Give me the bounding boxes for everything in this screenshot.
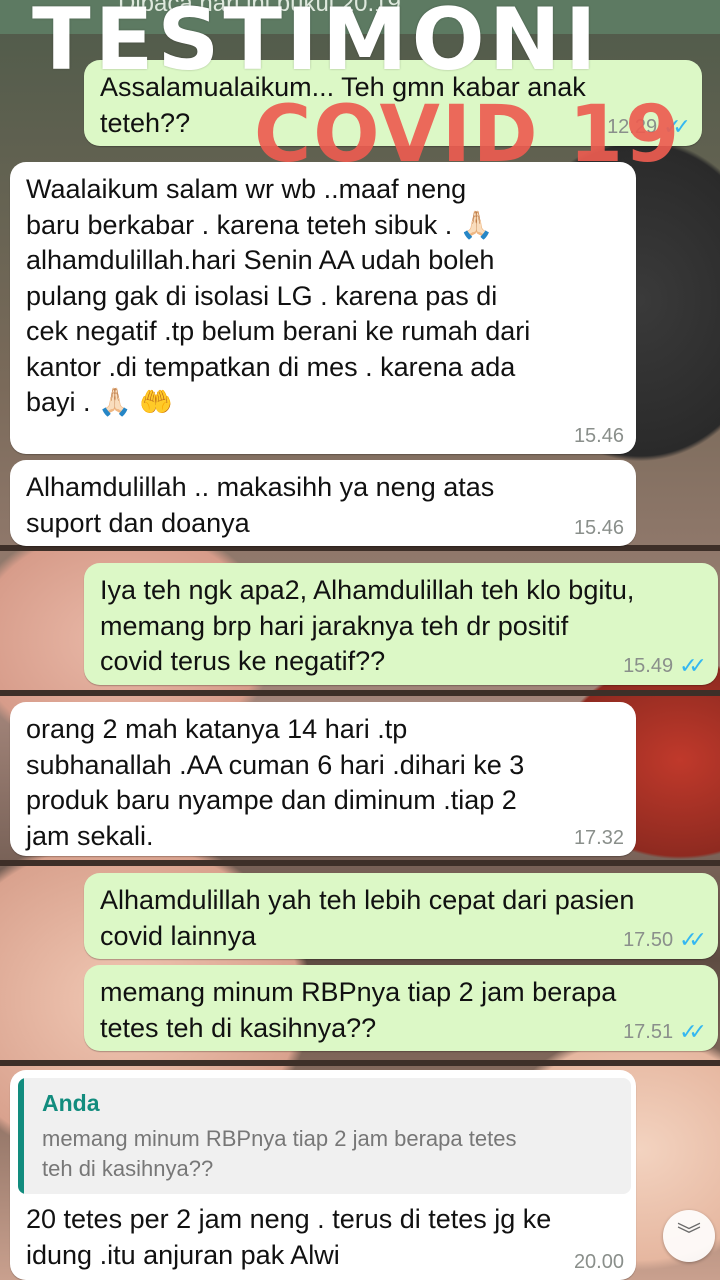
- message-bubble-incoming[interactable]: Alhamdulillah .. makasihh ya neng atas s…: [10, 460, 636, 546]
- quote-accent-bar: [18, 1078, 24, 1194]
- message-time: 17.51: [623, 1020, 674, 1043]
- message-meta: 17.51 ✓✓: [623, 1019, 707, 1045]
- overlay-title-covid: COVID 19: [254, 90, 682, 180]
- message-text: 20 tetes per 2 jam neng . terus di tetes…: [26, 1204, 552, 1270]
- message-bubble-outgoing[interactable]: Iya teh ngk apa2, Alhamdulillah teh klo …: [84, 563, 718, 685]
- message-bubble-incoming-reply[interactable]: Anda memang minum RBPnya tiap 2 jam bera…: [10, 1070, 636, 1280]
- message-bubble-incoming[interactable]: orang 2 mah katanya 14 hari .tp subhanal…: [10, 702, 636, 856]
- message-text: Alhamdulillah yah teh lebih cepat dari p…: [100, 885, 635, 951]
- message-text: Alhamdulillah .. makasihh ya neng atas s…: [26, 472, 495, 538]
- message-time: 15.46: [573, 517, 624, 539]
- message-meta: 15.46: [574, 425, 624, 448]
- message-text: Waalaikum salam wr wb ..maaf neng baru b…: [26, 174, 531, 417]
- wallpaper-detail: [0, 690, 720, 696]
- message-time: 15.49: [623, 654, 674, 677]
- wallpaper-detail: [0, 1060, 720, 1066]
- overlay-title-testimoni: TESTIMONI: [32, 0, 601, 90]
- quote-author: Anda: [42, 1090, 100, 1116]
- message-meta: 15.49 ✓✓: [623, 653, 707, 679]
- message-meta: 20.00: [574, 1251, 624, 1274]
- double-check-icon: ✓✓: [679, 927, 707, 952]
- message-meta: 17.50 ✓✓: [623, 927, 707, 953]
- message-bubble-outgoing[interactable]: memang minum RBPnya tiap 2 jam berapa te…: [84, 965, 718, 1051]
- message-meta: 17.32: [574, 827, 624, 850]
- message-bubble-outgoing[interactable]: Alhamdulillah yah teh lebih cepat dari p…: [84, 873, 718, 959]
- message-text: orang 2 mah katanya 14 hari .tp subhanal…: [26, 714, 525, 851]
- wallpaper-detail: [0, 860, 720, 866]
- double-check-icon: ✓✓: [679, 1019, 707, 1044]
- message-time: 17.50: [623, 928, 674, 951]
- message-time: 15.46: [573, 425, 624, 447]
- quoted-message[interactable]: Anda memang minum RBPnya tiap 2 jam bera…: [18, 1078, 631, 1194]
- message-meta: 15.46: [574, 517, 624, 540]
- message-time: 17.32: [573, 827, 624, 849]
- message-time: 20.00: [573, 1251, 624, 1273]
- double-check-icon: ✓✓: [679, 653, 707, 678]
- quote-text: memang minum RBPnya tiap 2 jam berapa te…: [42, 1126, 517, 1181]
- chevron-double-down-icon: ︾: [677, 1222, 701, 1249]
- scroll-to-bottom-button[interactable]: ︾: [663, 1210, 715, 1262]
- message-text: memang minum RBPnya tiap 2 jam berapa te…: [100, 977, 617, 1043]
- message-text: Iya teh ngk apa2, Alhamdulillah teh klo …: [100, 575, 635, 676]
- message-bubble-incoming[interactable]: Waalaikum salam wr wb ..maaf neng baru b…: [10, 162, 636, 454]
